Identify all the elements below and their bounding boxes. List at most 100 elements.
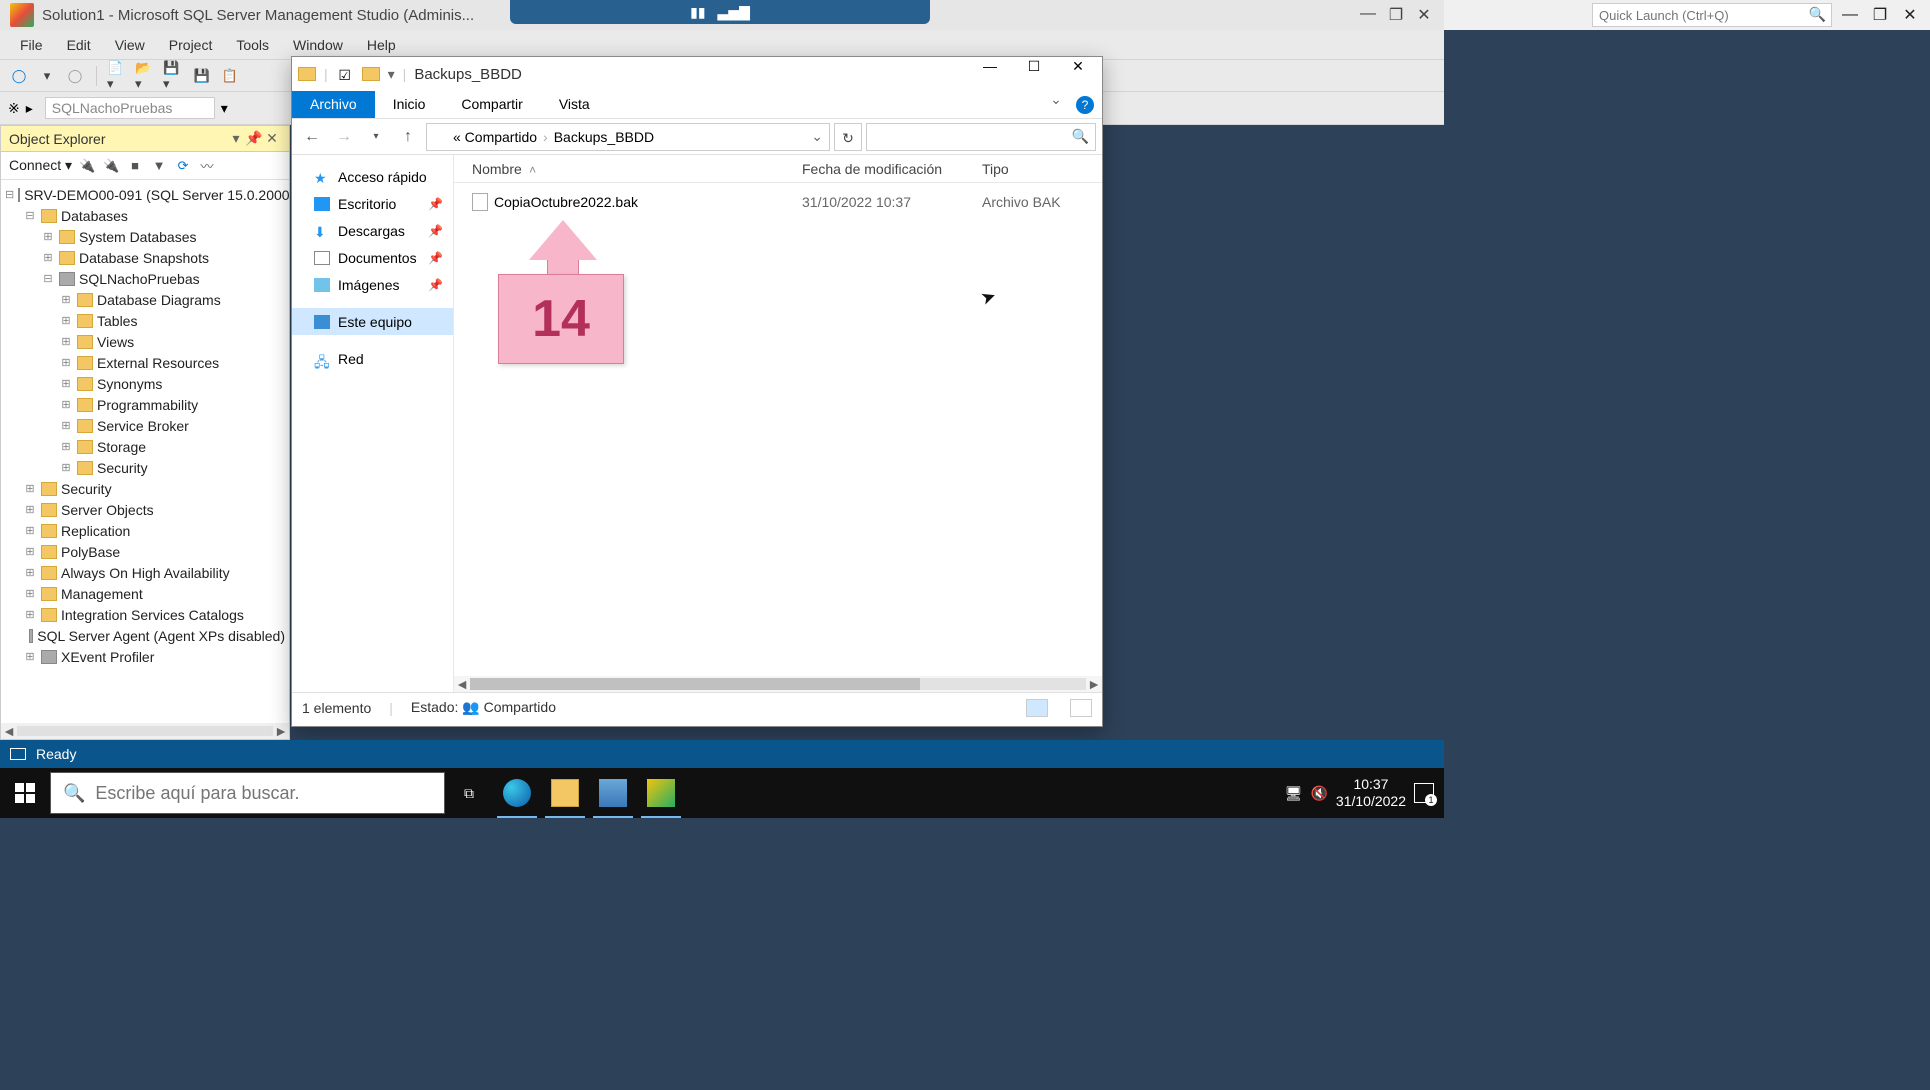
sidebar-item[interactable]: ★Acceso rápido	[292, 163, 453, 190]
tree-node[interactable]: ⊞Database Diagrams	[1, 289, 289, 310]
menu-help[interactable]: Help	[357, 33, 406, 57]
scroll-right-icon[interactable]: ►	[273, 723, 289, 739]
address-bar[interactable]: « Compartido › Backups_BBDD ⌄	[426, 123, 830, 151]
tree-node[interactable]: ⊞Storage	[1, 436, 289, 457]
menu-window[interactable]: Window	[283, 33, 353, 57]
taskbar-app-edge[interactable]	[493, 768, 541, 818]
taskbar-app-explorer[interactable]	[541, 768, 589, 818]
start-button[interactable]	[0, 768, 50, 818]
menu-edit[interactable]: Edit	[57, 33, 101, 57]
scroll-right-icon[interactable]: ►	[1086, 676, 1102, 692]
nav-back-icon[interactable]: ◯	[8, 65, 30, 87]
taskbar-app-server-manager[interactable]	[589, 768, 637, 818]
explorer-minimize-button[interactable]: —	[972, 58, 1008, 90]
dropdown-icon[interactable]: ▾	[227, 130, 245, 147]
nav-up-button[interactable]: ↑	[394, 123, 422, 151]
sidebar-item[interactable]: ⬇Descargas📌	[292, 217, 453, 244]
tray-notifications-icon[interactable]	[1414, 783, 1434, 803]
tree-node[interactable]: ⊞Server Objects	[1, 499, 289, 520]
scroll-left-icon[interactable]: ◄	[1, 723, 17, 739]
disconnect-icon[interactable]: 🔌	[102, 157, 120, 175]
sidebar-item[interactable]: 🖧Red	[292, 345, 453, 372]
qat-dropdown-icon[interactable]: ▾	[388, 66, 395, 83]
column-date[interactable]: Fecha de modificación	[802, 161, 982, 177]
view-large-button[interactable]	[1070, 699, 1092, 717]
stop-icon[interactable]: ■	[126, 157, 144, 175]
close-button[interactable]: ✕	[1412, 5, 1436, 25]
address-dropdown-icon[interactable]: ⌄	[811, 128, 823, 145]
column-type[interactable]: Tipo	[982, 161, 1082, 177]
task-view-button[interactable]: ⧉	[445, 768, 493, 818]
tree-node[interactable]: ⊞Management	[1, 583, 289, 604]
pin-icon[interactable]: 📌	[245, 130, 263, 147]
tool-icon-2[interactable]: ▸	[26, 100, 33, 117]
nav-history-icon[interactable]: ▾	[362, 123, 390, 151]
tree-node[interactable]: ⊞External Resources	[1, 352, 289, 373]
breadcrumb-segment[interactable]: « Compartido	[453, 129, 537, 145]
tool-icon-1[interactable]: ※	[8, 100, 20, 117]
breadcrumb-segment[interactable]: Backups_BBDD	[554, 129, 654, 145]
search-icon[interactable]: 🔍	[1072, 128, 1089, 145]
help-icon[interactable]: ?	[1076, 96, 1094, 114]
tree-node[interactable]: ⊞Security	[1, 457, 289, 478]
scroll-track[interactable]	[17, 726, 273, 736]
object-explorer-tree[interactable]: ⊟ SRV-DEMO00-091 (SQL Server 15.0.2000 ⊟…	[1, 180, 289, 720]
vs-close-button[interactable]: ✕	[1898, 5, 1922, 25]
maximize-button[interactable]: ❐	[1384, 5, 1408, 25]
database-selector[interactable]	[45, 97, 215, 119]
tree-node[interactable]: ⊞Views	[1, 331, 289, 352]
db-dropdown-icon[interactable]: ▾	[221, 100, 228, 117]
tree-node[interactable]: ⊞Synonyms	[1, 373, 289, 394]
connect-icon[interactable]: 🔌	[78, 157, 96, 175]
ribbon-share-tab[interactable]: Compartir	[443, 91, 540, 118]
file-list-body[interactable]: CopiaOctubre2022.bak31/10/2022 10:37Arch…	[454, 183, 1102, 221]
scroll-thumb[interactable]	[470, 678, 920, 690]
tree-node[interactable]: ⊞PolyBase	[1, 541, 289, 562]
sidebar-item[interactable]: Imágenes📌	[292, 271, 453, 298]
ribbon-file-tab[interactable]: Archivo	[292, 91, 375, 118]
sidebar-item[interactable]: Este equipo	[292, 308, 453, 335]
explorer-maximize-button[interactable]: ☐	[1016, 58, 1052, 90]
close-icon[interactable]: ✕	[263, 130, 281, 147]
tree-node[interactable]: ⊞Security	[1, 478, 289, 499]
explorer-search-box[interactable]: 🔍	[866, 123, 1096, 151]
quick-launch-input[interactable]	[1592, 3, 1832, 27]
ribbon-view-tab[interactable]: Vista	[541, 91, 608, 118]
tree-node[interactable]: ⊞Tables	[1, 310, 289, 331]
filter-icon[interactable]: ▼	[150, 157, 168, 175]
tree-server-node[interactable]: ⊟ SRV-DEMO00-091 (SQL Server 15.0.2000	[1, 184, 289, 205]
tree-node[interactable]: ⊞XEvent Profiler	[1, 646, 289, 667]
open-icon[interactable]: 📂▾	[135, 65, 157, 87]
file-row[interactable]: CopiaOctubre2022.bak31/10/2022 10:37Arch…	[454, 189, 1102, 215]
menu-tools[interactable]: Tools	[226, 33, 279, 57]
save-icon[interactable]: 💾▾	[163, 65, 185, 87]
checkbox-icon[interactable]: ☑	[336, 67, 354, 81]
tree-node[interactable]: ⊟Databases	[1, 205, 289, 226]
ribbon-expand-icon[interactable]: ⌄	[1044, 91, 1068, 118]
dropdown-icon[interactable]: ▾	[36, 65, 58, 87]
oe-horizontal-scrollbar[interactable]: ◄ ►	[1, 723, 289, 739]
tree-node[interactable]: ⊞System Databases	[1, 226, 289, 247]
tree-node[interactable]: ⊞Programmability	[1, 394, 289, 415]
view-details-button[interactable]	[1026, 699, 1048, 717]
menu-view[interactable]: View	[105, 33, 155, 57]
connect-button[interactable]: Connect ▾	[9, 157, 72, 174]
column-name[interactable]: Nombre ˄	[472, 161, 802, 177]
tray-network-icon[interactable]: 🖥	[1285, 785, 1303, 802]
taskbar-search-input[interactable]	[95, 783, 432, 804]
minimize-button[interactable]: —	[1356, 5, 1380, 25]
nav-forward-button[interactable]: →	[330, 123, 358, 151]
tree-node[interactable]: ⊞Database Snapshots	[1, 247, 289, 268]
new-query-icon[interactable]: 📄▾	[107, 65, 129, 87]
refresh-icon[interactable]: ⟳	[174, 157, 192, 175]
explorer-close-button[interactable]: ✕	[1060, 58, 1096, 90]
tree-node[interactable]: ⊟SQLNachoPruebas	[1, 268, 289, 289]
list-horizontal-scrollbar[interactable]: ◄ ►	[454, 676, 1102, 692]
vs-minimize-button[interactable]: —	[1838, 6, 1862, 24]
sidebar-item[interactable]: Documentos📌	[292, 244, 453, 271]
tray-clock[interactable]: 10:37 31/10/2022	[1336, 776, 1406, 810]
taskbar-app-ssms[interactable]	[637, 768, 685, 818]
explorer-title-bar[interactable]: | ☑ ▾ | Backups_BBDD — ☐ ✕	[292, 57, 1102, 91]
nav-back-button[interactable]: ←	[298, 123, 326, 151]
tray-volume-icon[interactable]: 🔇	[1310, 785, 1327, 802]
